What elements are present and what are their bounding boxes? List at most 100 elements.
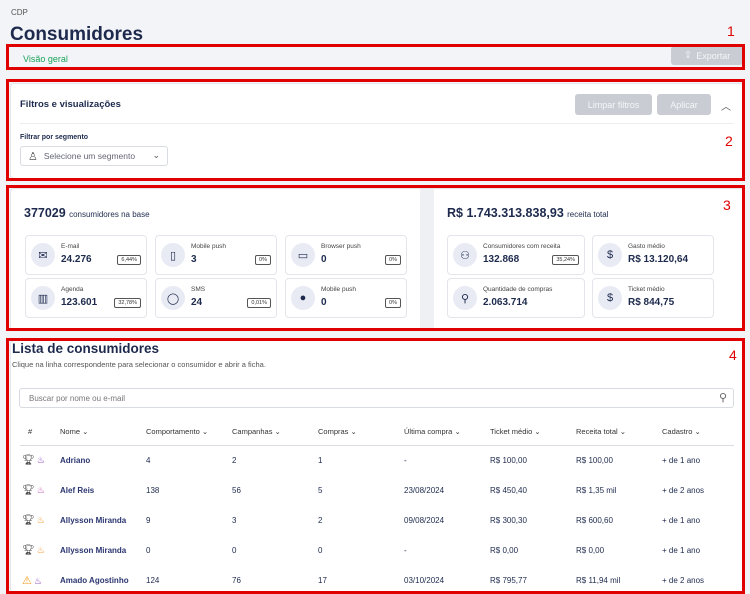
- stat-average-spend[interactable]: $ Gasto médio R$ 13.120,64: [592, 235, 714, 275]
- col-behavior[interactable]: Comportamento ⌄: [146, 418, 232, 446]
- stat-sms[interactable]: ◯ SMS 24 0,01%: [155, 278, 277, 318]
- stat-value: 123.601: [61, 297, 98, 308]
- stat-value: R$ 844,75: [628, 297, 675, 308]
- stat-purchase-count[interactable]: ⚲ Quantidade de compras 2.063.714: [447, 278, 585, 318]
- stat-pct-badge: 0,01%: [247, 298, 271, 308]
- stat-pct-badge: 6,44%: [117, 255, 141, 265]
- warning-icon: ⚠: [22, 574, 32, 587]
- tab-divider: [10, 67, 744, 68]
- row-revenue: R$ 100,00: [576, 455, 613, 465]
- col-ticket[interactable]: Ticket médio ⌄: [490, 418, 576, 446]
- stat-average-ticket[interactable]: $ Ticket médio R$ 844,75: [592, 278, 714, 318]
- annotation-marker-3: 3: [723, 197, 731, 213]
- stat-label: Mobile push: [191, 243, 227, 250]
- col-label: Compras: [318, 426, 349, 436]
- filters-divider: [20, 123, 734, 124]
- flame-icon: ♨: [36, 514, 45, 525]
- annotation-marker-4: 4: [729, 347, 737, 363]
- upload-icon: ⇪: [683, 50, 693, 61]
- row-behavior: 9: [146, 515, 151, 525]
- stat-value: 24: [191, 297, 203, 308]
- flame-icon: ♨: [36, 454, 45, 465]
- consumer-count-suffix: consumidores na base: [69, 210, 150, 219]
- list-title: Lista de consumidores: [12, 341, 160, 356]
- row-behavior: 4: [146, 455, 151, 465]
- search-input[interactable]: Buscar por nome ou e-mail ⚲: [19, 388, 734, 408]
- stat-mobile-push[interactable]: ▯ Mobile push 3 0%: [155, 235, 277, 275]
- row-name[interactable]: Amado Agostinho: [60, 565, 146, 594]
- col-last-purchase[interactable]: Última compra ⌄: [404, 418, 490, 446]
- row-name[interactable]: Adriano: [60, 445, 146, 475]
- consumer-count: 377029 consumidores na base: [24, 206, 150, 220]
- col-label: Receita total: [576, 426, 618, 436]
- row-ticket: R$ 100,00: [490, 455, 527, 465]
- table-row[interactable]: ⚠ ♨ Amado Agostinho 124 76 17 03/10/2024 R$ 795…: [20, 565, 734, 594]
- row-name[interactable]: Allysson Miranda: [60, 535, 146, 565]
- col-label: Cadastro: [662, 426, 693, 436]
- bag-icon: ⚲: [453, 286, 477, 310]
- stat-email[interactable]: ✉ E-mail 24.276 6,44%: [25, 235, 147, 275]
- stat-agenda[interactable]: ▥ Agenda 123.601 32,78%: [25, 278, 147, 318]
- stat-mobile-push-ios[interactable]: ● Mobile push 0 0%: [285, 278, 407, 318]
- table-row[interactable]: 🏆︎ ♨ Allysson Miranda 0 0 0- R$ 0,00 R$ 0,00 + d…: [20, 535, 734, 565]
- clear-filters-button[interactable]: Limpar filtros: [575, 94, 652, 115]
- flame-icon: ♨: [36, 484, 45, 495]
- table-row[interactable]: 🏆︎ ♨ Alef Reis 138 56 5 23/08/2024 R$ 450,40 R$ …: [20, 475, 734, 505]
- row-behavior: 138: [146, 485, 160, 495]
- row-purchases: 0: [318, 545, 323, 555]
- coin-icon: $: [598, 286, 622, 310]
- row-status: 🏆︎ ♨: [20, 505, 60, 535]
- row-signup: + de 2 anos: [662, 485, 705, 495]
- row-behavior: 0: [146, 545, 151, 555]
- flame-icon: ♨: [36, 544, 45, 555]
- col-purchases[interactable]: Compras ⌄: [318, 418, 404, 446]
- row-purchases: 17: [318, 575, 327, 585]
- apply-button[interactable]: Aplicar: [657, 94, 711, 115]
- consumer-count-value: 377029: [24, 206, 66, 220]
- tab-overview[interactable]: Visão geral: [23, 54, 68, 64]
- segment-label: Filtrar por segmento: [20, 134, 89, 141]
- stat-pct-badge: 0%: [385, 298, 401, 308]
- breadcrumb[interactable]: CDP: [11, 8, 28, 17]
- stat-value: R$ 13.120,64: [628, 254, 689, 265]
- row-campaigns: 76: [232, 575, 241, 585]
- col-signup[interactable]: Cadastro ⌄: [662, 418, 734, 446]
- consumer-table: # Nome ⌄ Comportamento ⌄ Campanhas ⌄ Com…: [20, 418, 734, 594]
- chevron-up-icon[interactable]: ︿: [721, 98, 731, 113]
- trophy-icon: 🏆︎: [22, 514, 35, 526]
- row-name[interactable]: Alef Reis: [60, 475, 146, 505]
- col-revenue[interactable]: Receita total ⌄: [576, 418, 662, 446]
- export-button[interactable]: ⇪ Exportar: [671, 46, 743, 65]
- col-name[interactable]: Nome ⌄: [60, 418, 146, 446]
- search-icon[interactable]: ⚲: [719, 391, 727, 404]
- table-row[interactable]: 🏆︎ ♨ Adriano 4 2 1- R$ 100,00 R$ 100,00 + de 1 a…: [20, 445, 734, 475]
- row-campaigns: 56: [232, 485, 241, 495]
- col-campaigns[interactable]: Campanhas ⌄: [232, 418, 318, 446]
- stat-pct-badge: 32,78%: [114, 298, 141, 308]
- row-ticket: R$ 300,30: [490, 515, 527, 525]
- row-behavior: 124: [146, 575, 160, 585]
- row-name[interactable]: Allysson Miranda: [60, 505, 146, 535]
- stat-consumers-with-revenue[interactable]: ⚇ Consumidores com receita 132.868 35,24…: [447, 235, 585, 275]
- row-signup: + de 1 ano: [662, 455, 701, 465]
- flame-icon: ♨: [33, 575, 42, 586]
- browser-push-icon: ▭: [291, 243, 315, 267]
- chevron-down-icon: ⌄: [201, 426, 209, 436]
- chevron-down-icon: ⌄: [350, 426, 357, 436]
- segment-icon: ♙: [28, 150, 38, 163]
- segment-select[interactable]: ♙ Selecione um segmento ⌄: [20, 146, 168, 166]
- stat-browser-push[interactable]: ▭ Browser push 0 0%: [285, 235, 407, 275]
- stat-label: E-mail: [61, 243, 80, 250]
- row-signup: + de 1 ano: [662, 545, 701, 555]
- list-subtitle: Clique na linha correspondente para sele…: [12, 360, 266, 369]
- stat-label: Quantidade de compras: [483, 286, 553, 293]
- row-ticket: R$ 795,77: [490, 575, 527, 585]
- col-label: Comportamento: [146, 426, 200, 436]
- trophy-icon: 🏆︎: [22, 454, 35, 466]
- row-revenue: R$ 600,60: [576, 515, 613, 525]
- stat-label: Gasto médio: [628, 243, 665, 250]
- row-status: 🏆︎ ♨: [20, 445, 60, 475]
- row-revenue: R$ 0,00: [576, 545, 605, 555]
- table-row[interactable]: 🏆︎ ♨ Allysson Miranda 9 3 2 09/08/2024 R$ 300,3…: [20, 505, 734, 535]
- export-label: Exportar: [696, 50, 731, 61]
